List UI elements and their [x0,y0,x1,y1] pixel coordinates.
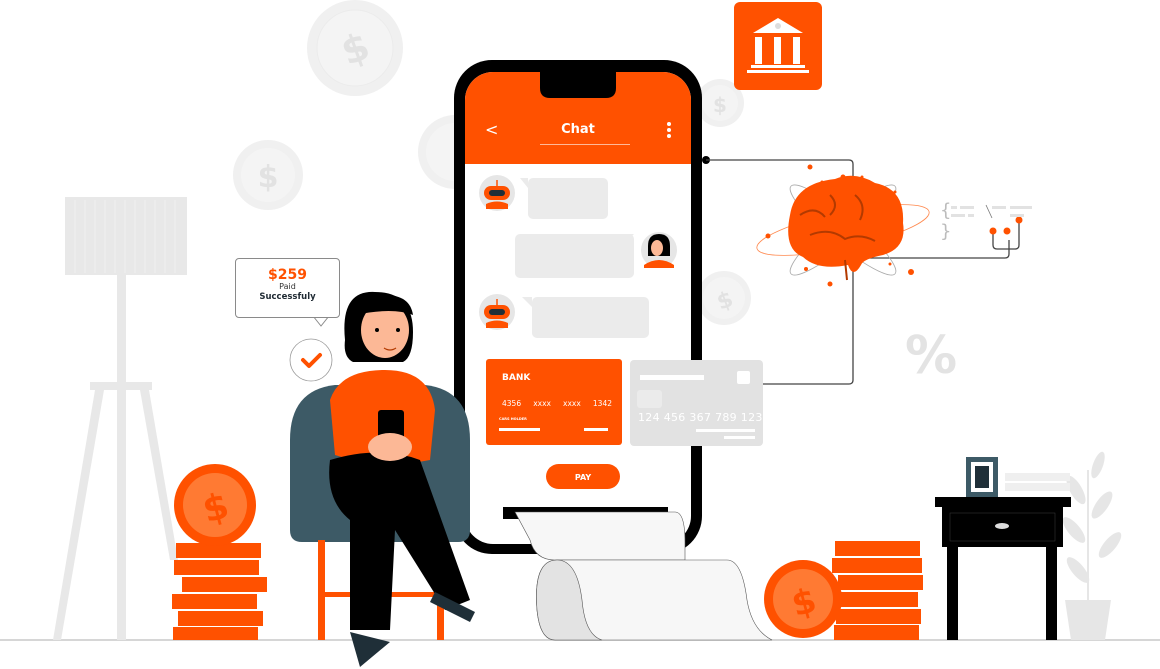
bank-card-title: BANK [502,373,531,383]
card-number-group: xxxx [563,399,581,408]
card-holder-label: CARS HOLDER [499,417,527,421]
code-braces-icon: { } [940,200,1032,242]
payment-status-line1: Paid [279,282,296,291]
bank-card-number: 4356 xxxx xxxx 1342 [502,399,612,408]
background-coin-icon: $ [307,0,403,96]
coin-icon: $ [764,560,842,638]
payment-status-line2: Successfuly [259,292,316,302]
bank-building-icon [734,2,822,90]
coin-stack-right [830,541,923,640]
checkmark-icon [289,338,333,382]
card-holder-line [499,428,540,431]
side-table [935,457,1071,640]
bank-card[interactable]: BANK 4356 xxxx xxxx 1342 CARS HOLDER [486,359,622,445]
background-coin-icon: $ [233,140,303,210]
grey-card-number: 124 456 367 789 123 [638,411,763,424]
pay-button[interactable]: PAY [546,464,620,489]
card-number-group: xxxx [533,399,551,408]
svg-text:$: $ [713,93,727,117]
background-coin-icon: $ [697,271,751,325]
chat-title: Chat [561,122,595,137]
card-number-group: 4356 [502,399,522,408]
payment-amount: $259 [268,267,307,283]
title-underline [540,144,630,145]
percent-icon: % [905,326,958,386]
card-number-group: 1342 [592,399,612,408]
coin-icon: $ [174,464,256,546]
card-expiry-line [584,428,608,431]
more-vertical-icon[interactable] [667,122,673,140]
floor-lamp [53,197,187,640]
brain-icon [756,164,930,287]
payment-success-bubble: $259 Paid Successfuly [235,258,340,318]
chat-header: < Chat [465,100,691,164]
coin-stack-left [172,543,267,640]
svg-text:$: $ [258,160,279,195]
